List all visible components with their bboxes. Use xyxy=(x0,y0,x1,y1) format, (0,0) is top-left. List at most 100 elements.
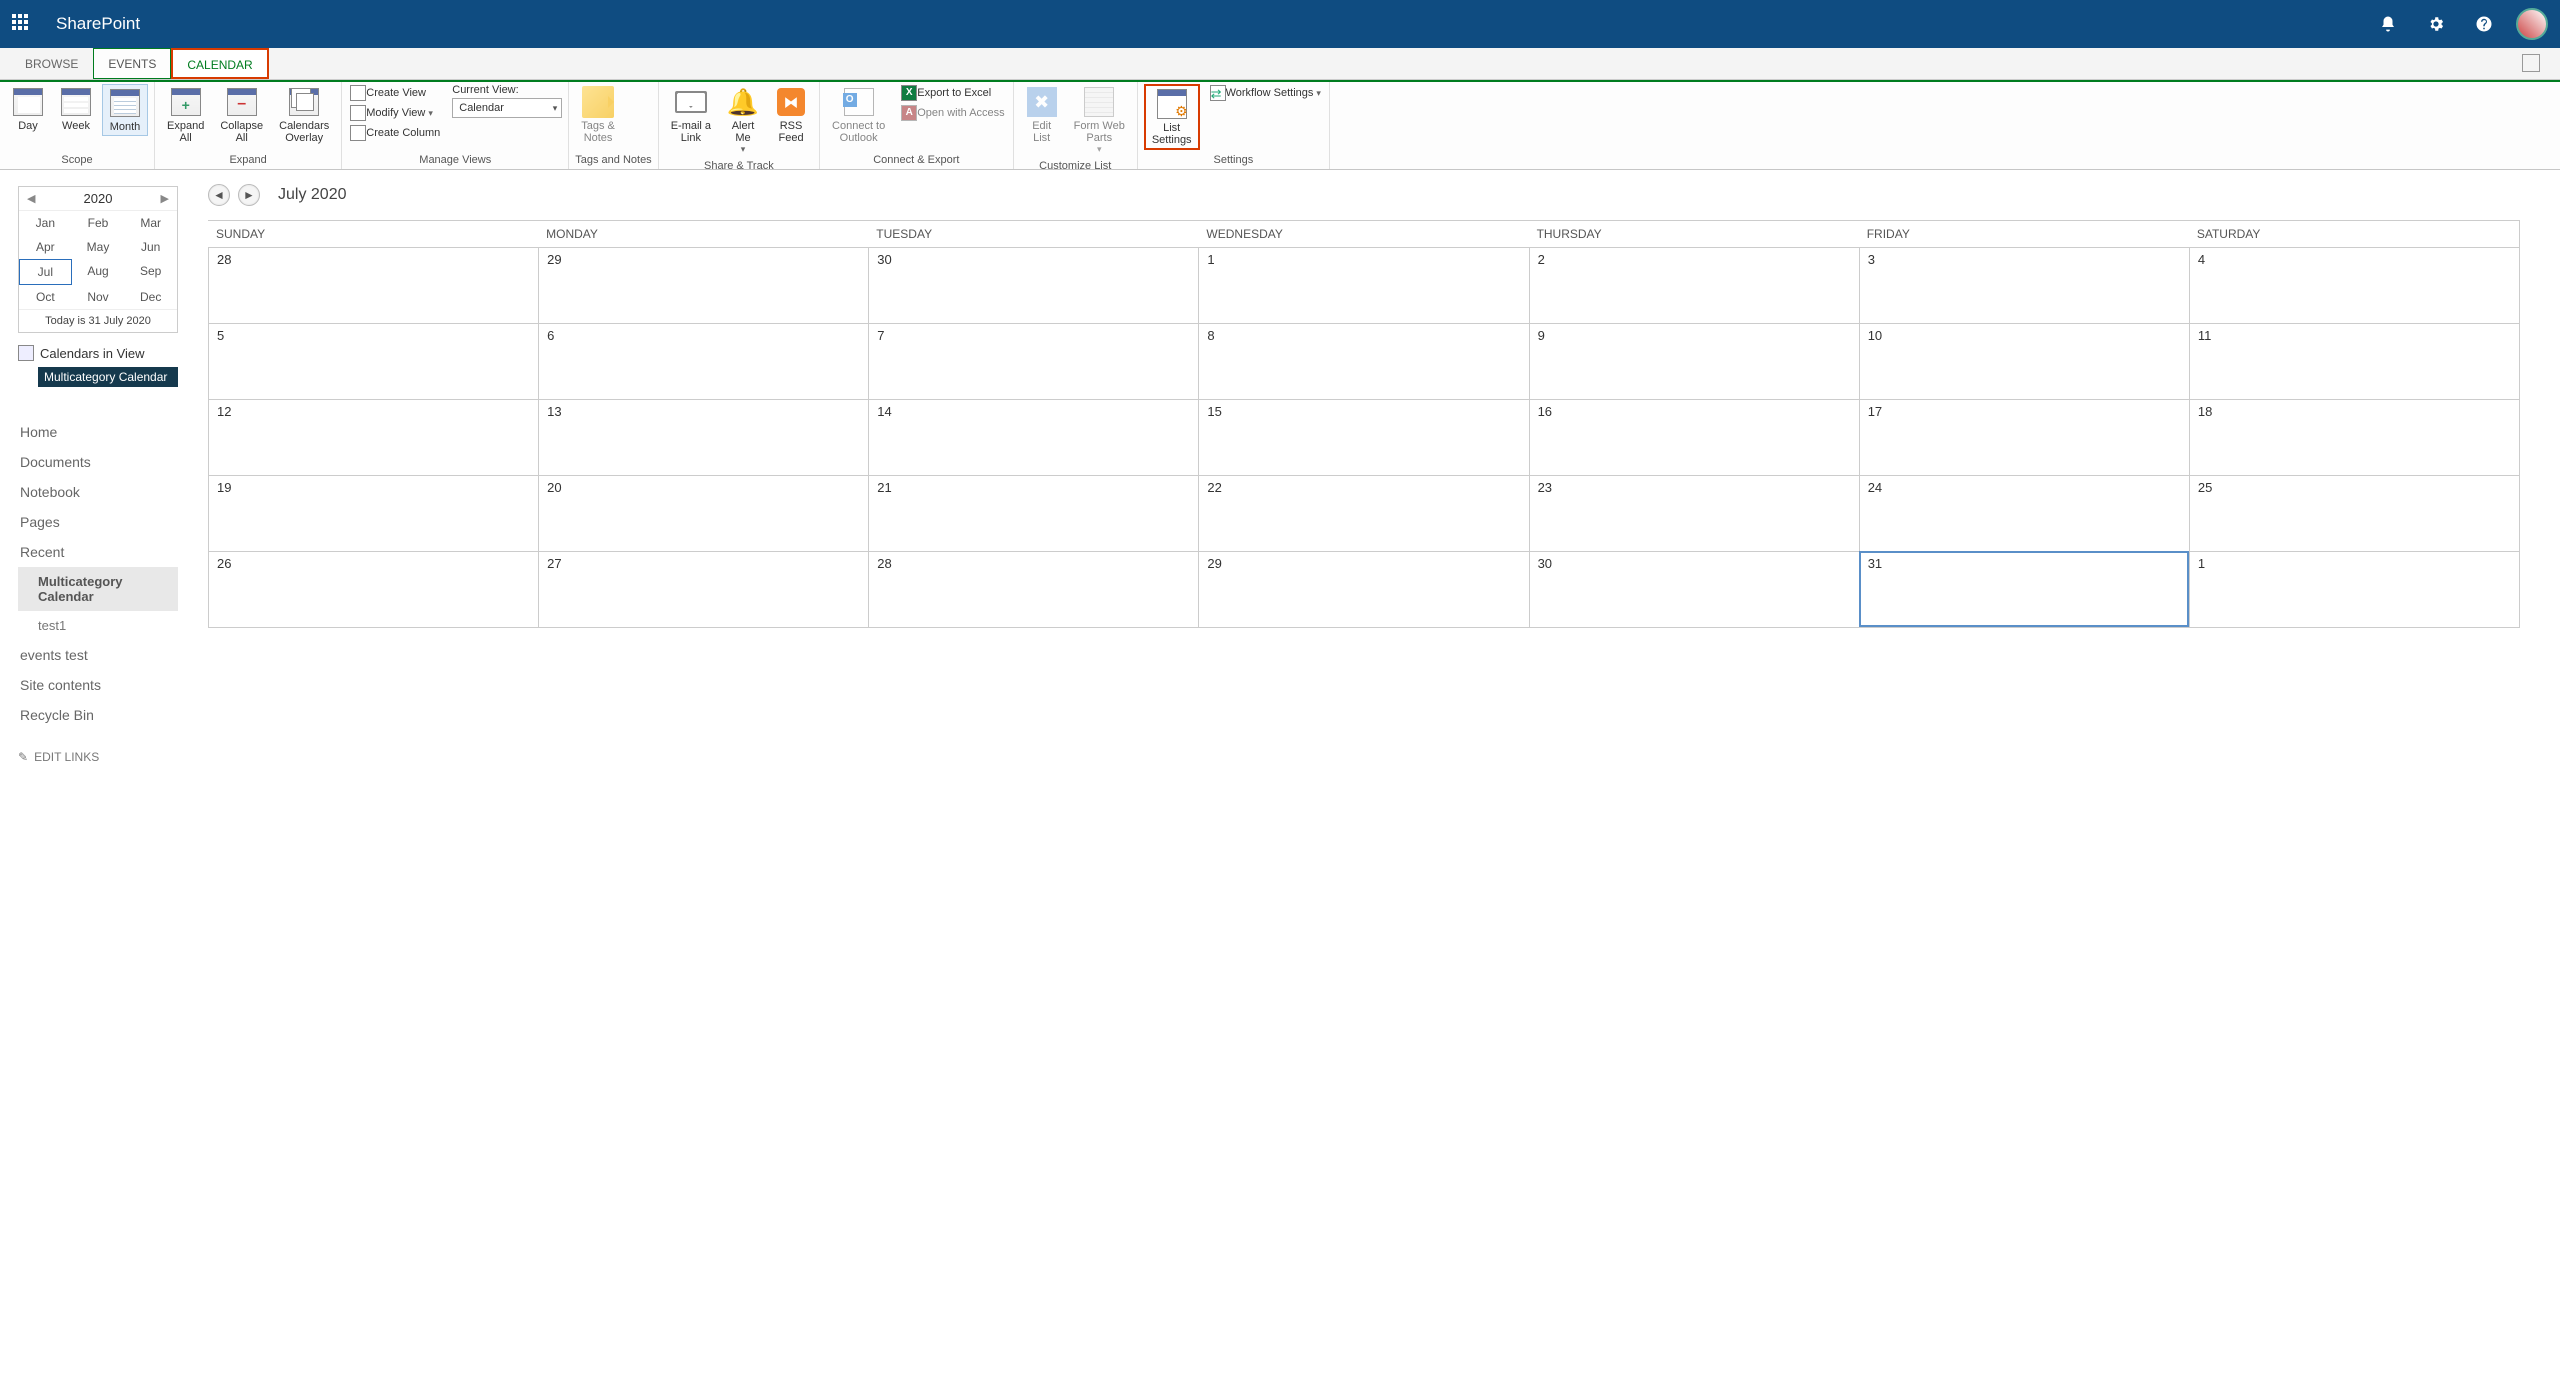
export-excel-button[interactable]: Export to Excel xyxy=(899,84,1006,102)
nav-multicategory-calendar[interactable]: Multicategory Calendar xyxy=(18,567,178,611)
calendar-cell[interactable]: 14 xyxy=(868,399,1198,475)
nav-pages[interactable]: Pages xyxy=(18,507,178,537)
calendar-cell[interactable]: 21 xyxy=(868,475,1198,551)
mini-cal-month[interactable]: Feb xyxy=(72,211,125,235)
calendar-cell[interactable]: 5 xyxy=(208,323,538,399)
nav-notebook[interactable]: Notebook xyxy=(18,477,178,507)
app-launcher-icon[interactable] xyxy=(12,14,32,34)
connect-outlook-button[interactable]: Connect to Outlook xyxy=(826,84,891,146)
scope-week-button[interactable]: Week xyxy=(54,84,98,134)
edit-list-button[interactable]: ✖Edit List xyxy=(1020,84,1064,146)
scope-month-button[interactable]: Month xyxy=(102,84,148,136)
mini-cal-today[interactable]: Today is 31 July 2020 xyxy=(19,309,177,332)
modify-view-button[interactable]: Modify View▾ xyxy=(348,104,442,122)
nav-test1[interactable]: test1 xyxy=(18,611,178,640)
workflow-settings-button[interactable]: Workflow Settings▾ xyxy=(1208,84,1323,102)
calendar-cell[interactable]: 12 xyxy=(208,399,538,475)
nav-recycle-bin[interactable]: Recycle Bin xyxy=(18,700,178,730)
calendar-cell[interactable]: 6 xyxy=(538,323,868,399)
calendar-cell[interactable]: 26 xyxy=(208,551,538,627)
calendar-cell[interactable]: 23 xyxy=(1529,475,1859,551)
calendar-cell[interactable]: 4 xyxy=(2189,247,2519,323)
calendar-cell[interactable]: 9 xyxy=(1529,323,1859,399)
calendar-cell[interactable]: 3 xyxy=(1859,247,2189,323)
calendar-cell[interactable]: 19 xyxy=(208,475,538,551)
create-column-button[interactable]: Create Column xyxy=(348,124,442,142)
calendar-cell[interactable]: 18 xyxy=(2189,399,2519,475)
calendar-cell[interactable]: 1 xyxy=(2189,551,2519,627)
mini-cal-next-icon[interactable]: ▶ xyxy=(161,192,169,205)
collapse-all-button[interactable]: Collapse All xyxy=(214,84,269,146)
open-access-button[interactable]: Open with Access xyxy=(899,104,1006,122)
calendar-cell[interactable]: 8 xyxy=(1198,323,1528,399)
tags-notes-button[interactable]: Tags & Notes xyxy=(575,84,621,146)
suite-bar: SharePoint xyxy=(0,0,2560,48)
mini-cal-month[interactable]: May xyxy=(72,235,125,259)
mini-cal-month[interactable]: Jun xyxy=(124,235,177,259)
tab-calendar[interactable]: CALENDAR xyxy=(171,48,268,79)
calendar-cell[interactable]: 2 xyxy=(1529,247,1859,323)
form-web-parts-button[interactable]: Form Web Parts▾ xyxy=(1068,84,1131,157)
calendar-cell[interactable]: 27 xyxy=(538,551,868,627)
calendar-cell[interactable]: 10 xyxy=(1859,323,2189,399)
alert-me-button[interactable]: 🔔Alert Me▾ xyxy=(721,84,765,157)
calendars-overlay-button[interactable]: Calendars Overlay xyxy=(273,84,335,146)
calendar-cell[interactable]: 20 xyxy=(538,475,868,551)
nav-site-contents[interactable]: Site contents xyxy=(18,670,178,700)
mini-cal-month[interactable]: Sep xyxy=(124,259,177,285)
calendar-list-icon xyxy=(18,345,34,361)
calendar-cell[interactable]: 28 xyxy=(208,247,538,323)
user-avatar[interactable] xyxy=(2516,8,2548,40)
help-icon[interactable] xyxy=(2460,0,2508,48)
nav-recent[interactable]: Recent xyxy=(18,537,178,567)
day-header: MONDAY xyxy=(538,221,868,247)
calendar-cell[interactable]: 15 xyxy=(1198,399,1528,475)
nav-home[interactable]: Home xyxy=(18,417,178,447)
focus-content-icon[interactable] xyxy=(2522,54,2540,72)
tab-events[interactable]: EVENTS xyxy=(93,48,171,79)
calendar-cell[interactable]: 16 xyxy=(1529,399,1859,475)
calendar-cell[interactable]: 22 xyxy=(1198,475,1528,551)
calendar-cell[interactable]: 28 xyxy=(868,551,1198,627)
calendar-cell[interactable]: 11 xyxy=(2189,323,2519,399)
notifications-icon[interactable] xyxy=(2364,0,2412,48)
mini-cal-month[interactable]: Nov xyxy=(72,285,125,309)
calendar-cell[interactable]: 29 xyxy=(1198,551,1528,627)
mini-cal-year[interactable]: 2020 xyxy=(84,191,113,206)
mini-cal-prev-icon[interactable]: ◀ xyxy=(27,192,35,205)
calendar-cell[interactable]: 13 xyxy=(538,399,868,475)
calendar-cell[interactable]: 30 xyxy=(1529,551,1859,627)
rss-icon: ⧓ xyxy=(777,88,805,116)
current-view-dropdown[interactable]: Calendar xyxy=(452,98,562,118)
nav-events-test[interactable]: events test xyxy=(18,640,178,670)
calendar-cell[interactable]: 7 xyxy=(868,323,1198,399)
tab-browse[interactable]: BROWSE xyxy=(10,48,93,79)
calendar-cell[interactable]: 1 xyxy=(1198,247,1528,323)
calendar-prev-button[interactable]: ◄ xyxy=(208,184,230,206)
mini-cal-month[interactable]: Oct xyxy=(19,285,72,309)
nav-documents[interactable]: Documents xyxy=(18,447,178,477)
list-settings-button[interactable]: List Settings xyxy=(1144,84,1200,150)
calendar-cell[interactable]: 24 xyxy=(1859,475,2189,551)
calendar-cell[interactable]: 17 xyxy=(1859,399,2189,475)
settings-gear-icon[interactable] xyxy=(2412,0,2460,48)
mini-cal-month[interactable]: Jul xyxy=(19,259,72,285)
mini-cal-month[interactable]: Apr xyxy=(19,235,72,259)
calendar-cell[interactable]: 25 xyxy=(2189,475,2519,551)
calendar-cell[interactable]: 29 xyxy=(538,247,868,323)
edit-links-button[interactable]: ✎ EDIT LINKS xyxy=(18,750,178,764)
create-view-button[interactable]: Create View xyxy=(348,84,442,102)
mini-cal-month[interactable]: Jan xyxy=(19,211,72,235)
calendars-in-view-item[interactable]: Multicategory Calendar xyxy=(38,367,178,387)
mini-cal-month[interactable]: Dec xyxy=(124,285,177,309)
email-link-button[interactable]: E-mail a Link xyxy=(665,84,717,146)
calendar-cell[interactable]: 30 xyxy=(868,247,1198,323)
rss-feed-button[interactable]: ⧓RSS Feed xyxy=(769,84,813,146)
scope-day-button[interactable]: Day xyxy=(6,84,50,134)
calendar-cell[interactable]: 31 xyxy=(1859,551,2189,627)
calendar-next-button[interactable]: ► xyxy=(238,184,260,206)
mini-cal-month[interactable]: Aug xyxy=(72,259,125,285)
mini-cal-month[interactable]: Mar xyxy=(124,211,177,235)
wrench-icon: ✖ xyxy=(1027,87,1057,117)
expand-all-button[interactable]: Expand All xyxy=(161,84,210,146)
